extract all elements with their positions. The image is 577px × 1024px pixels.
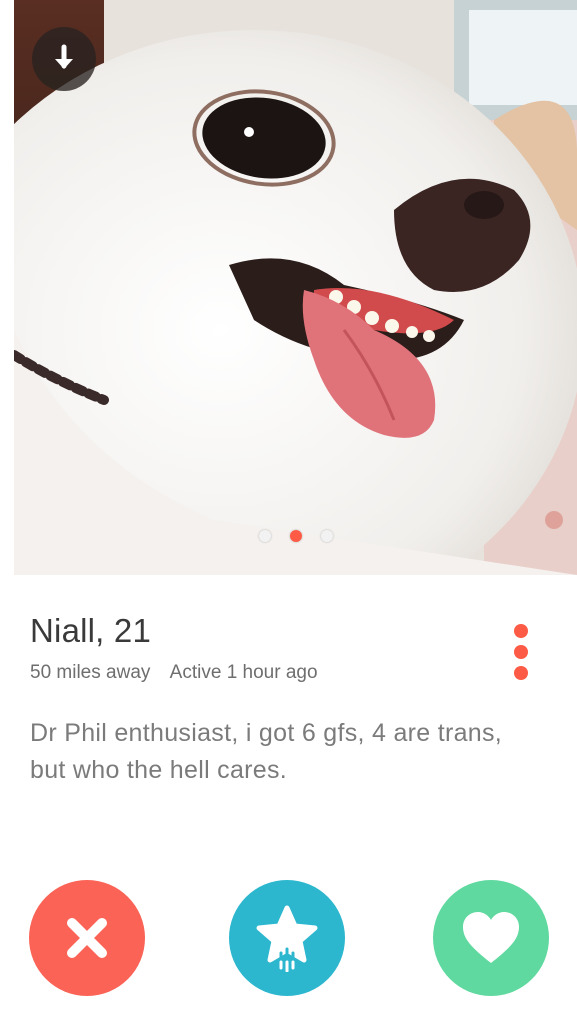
vertical-dots-icon bbox=[514, 645, 528, 659]
profile-bio: Dr Phil enthusiast, i got 6 gfs, 4 are t… bbox=[30, 719, 503, 784]
profile-distance: 50 miles away bbox=[30, 662, 151, 683]
collapse-profile-button[interactable] bbox=[32, 27, 96, 91]
photo-pagination bbox=[14, 530, 577, 542]
photo-dot-3[interactable] bbox=[320, 530, 333, 542]
arrow-down-icon bbox=[55, 44, 73, 69]
vertical-dots-icon bbox=[514, 624, 528, 638]
profile-meta: 50 miles away Active 1 hour ago bbox=[30, 662, 318, 684]
close-x-icon bbox=[67, 918, 107, 958]
more-options-button[interactable] bbox=[506, 624, 536, 680]
nope-button[interactable] bbox=[29, 880, 145, 996]
star-icon bbox=[256, 905, 318, 972]
photo-dot-2-active[interactable] bbox=[289, 530, 302, 542]
profile-name-age: Niall, 21 bbox=[30, 612, 152, 649]
photo-dot-1[interactable] bbox=[258, 530, 271, 542]
super-like-button[interactable] bbox=[229, 880, 345, 996]
profile-active-status: Active 1 hour ago bbox=[169, 662, 318, 683]
vertical-dots-icon bbox=[514, 666, 528, 680]
profile-photo[interactable] bbox=[14, 0, 577, 575]
like-button[interactable] bbox=[433, 880, 549, 996]
profile-card-screen: Niall, 21 50 miles away Active 1 hour ag… bbox=[0, 0, 577, 1024]
heart-icon bbox=[463, 912, 519, 963]
dog-photo-image bbox=[14, 0, 577, 575]
